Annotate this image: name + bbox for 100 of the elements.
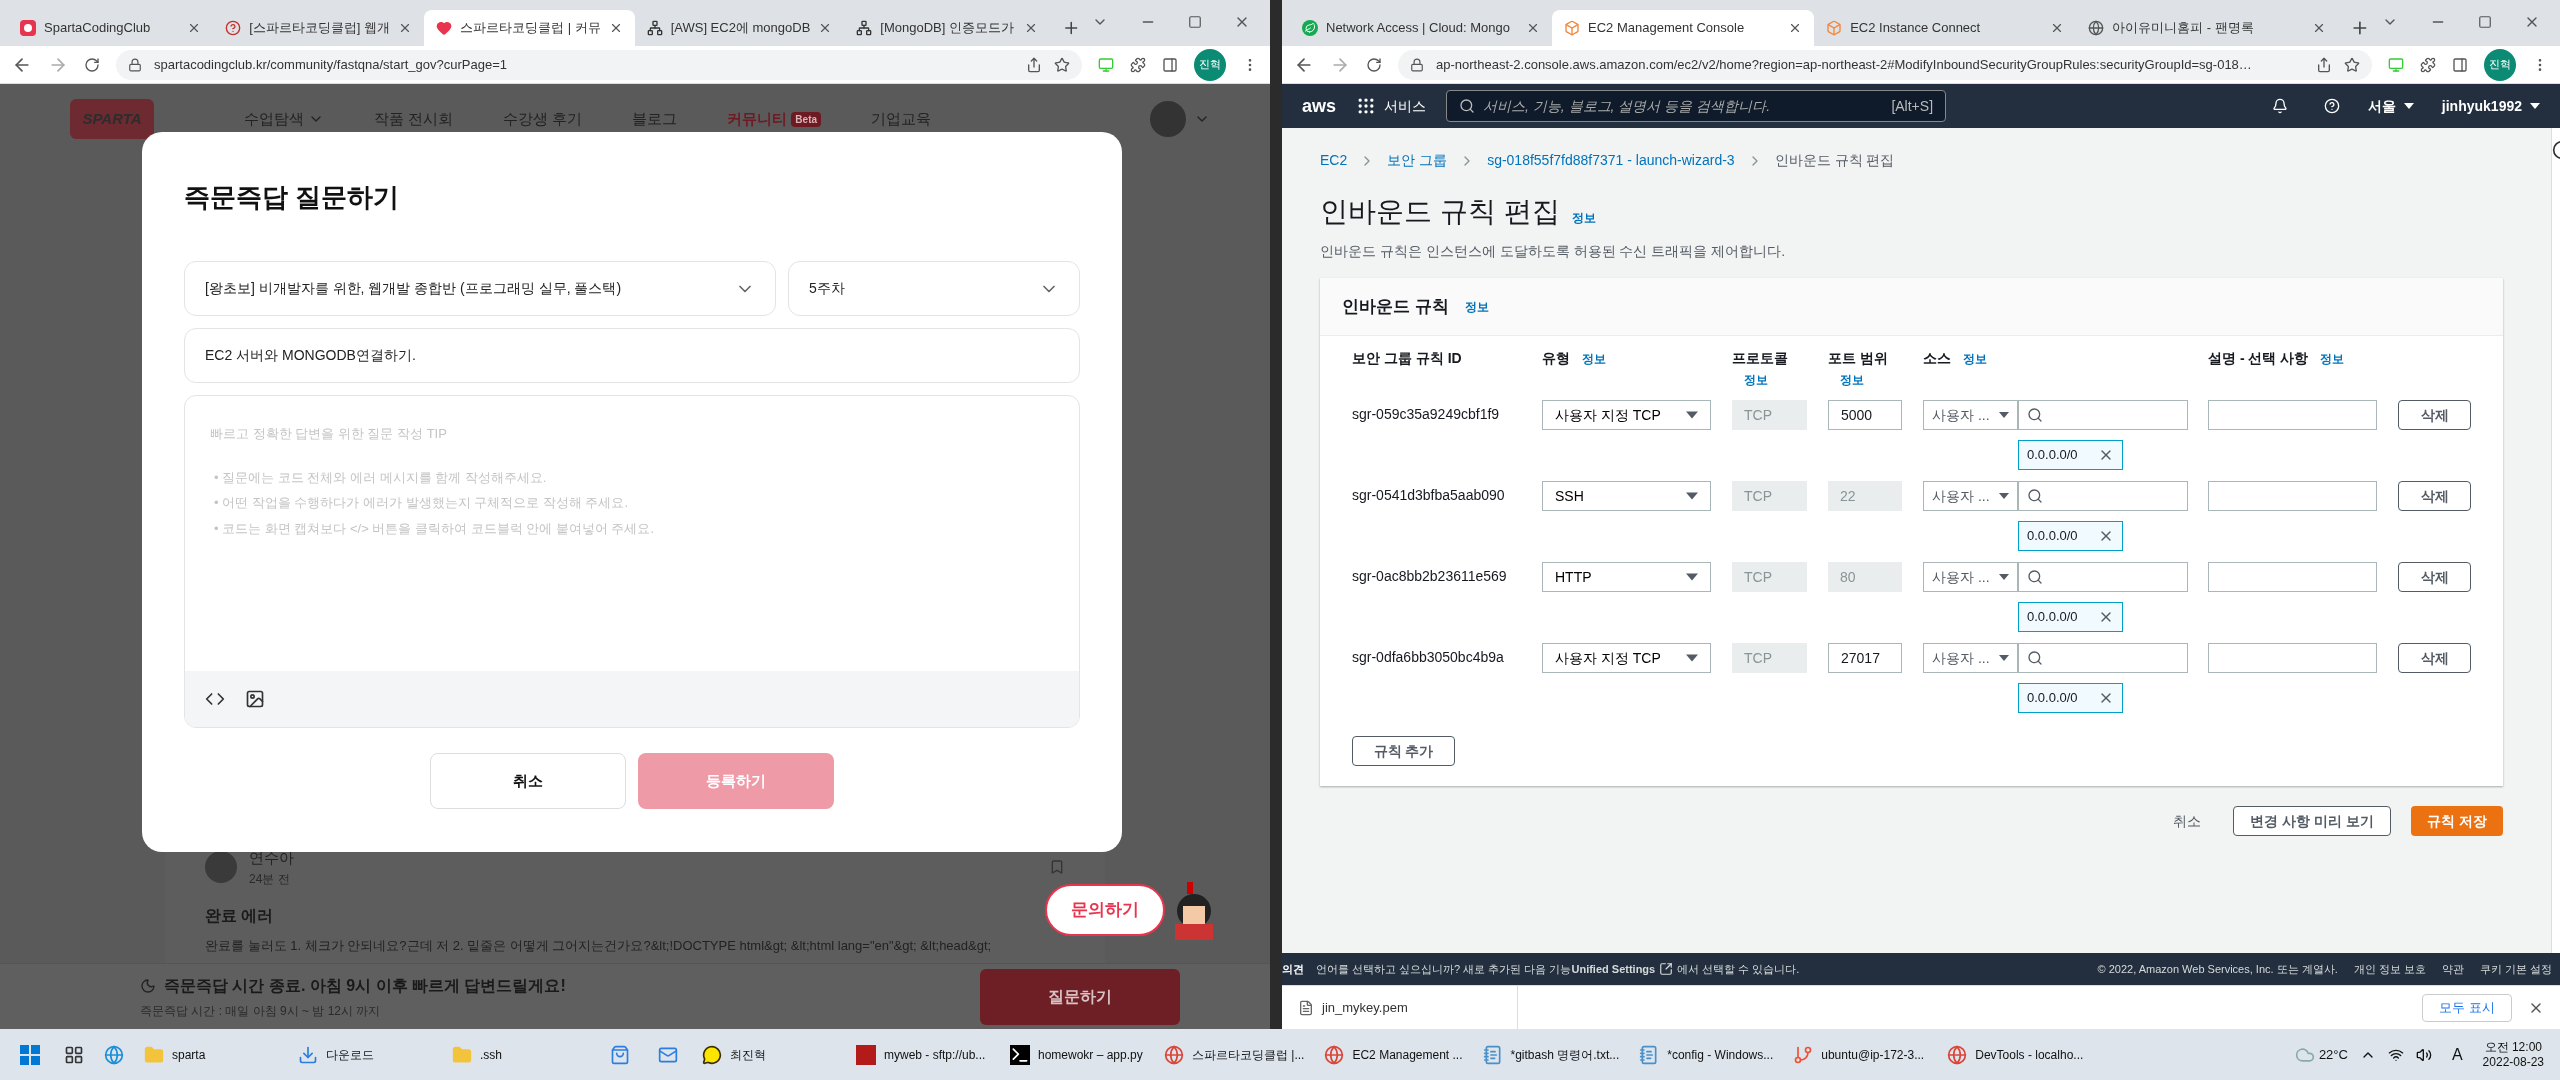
info-link[interactable]: 정보 <box>1744 373 1768 387</box>
source-select[interactable]: 사용자 ... <box>1923 400 2018 430</box>
taskbar-item[interactable]: sparta <box>136 1032 286 1077</box>
info-link[interactable]: 정보 <box>1582 352 1606 366</box>
delete-button[interactable]: 삭제 <box>2398 562 2471 592</box>
taskbar-item[interactable]: .ssh <box>444 1032 594 1077</box>
title-input[interactable]: EC2 서버와 MONGODB연결하기. <box>184 328 1080 383</box>
info-link[interactable]: 정보 <box>1464 297 1489 316</box>
description-input[interactable] <box>2208 481 2377 511</box>
info-link[interactable]: 정보 <box>2320 352 2345 366</box>
breadcrumb-link[interactable]: 보안 그룹 <box>1387 150 1448 171</box>
address-bar[interactable]: ap-northeast-2.console.aws.amazon.com/ec2/v2/home?region=ap-northeast-2#ModifyInboundSecurityGroupRules:securityGroupId=sg-018… <box>1398 49 2372 80</box>
footer-link[interactable]: 쿠키 기본 설정 <box>2479 960 2552 978</box>
bookmark-star-icon[interactable] <box>2344 56 2360 73</box>
page-description: 인바운드 규칙은 인스턴스에 도달하도록 허용된 수신 트래픽을 제어합니다. <box>1320 242 1787 261</box>
description-input[interactable] <box>2208 562 2377 592</box>
side-panel-icon[interactable] <box>2452 56 2468 73</box>
column-header: 소스 <box>1923 349 1951 368</box>
taskbar-item[interactable]: EC2 Management ... <box>1316 1032 1471 1077</box>
browser-tab[interactable]: 아이유미니홈피 - 팬명록 <box>2076 10 2339 46</box>
add-rule-button[interactable]: 규칙 추가 <box>1352 736 1455 766</box>
cidr-search-field[interactable] <box>2018 481 2188 511</box>
browser-tab[interactable]: SpartaCodingClub <box>8 10 214 46</box>
cidr-search-field[interactable] <box>2018 400 2188 430</box>
type-select[interactable]: 사용자 지정 TCP <box>1542 643 1711 673</box>
type-select[interactable]: HTTP <box>1542 562 1711 592</box>
profile-avatar[interactable]: 진혁 <box>1194 48 1226 81</box>
source-select[interactable]: 사용자 ... <box>1923 643 2018 673</box>
browser-tab[interactable]: 스파르타코딩클럽 | 커뮤 <box>424 10 635 46</box>
browser-tab[interactable]: EC2 Instance Connect <box>1814 10 2077 46</box>
search-field[interactable]: 서비스, 기능, 블로그, 설명서 등을 검색합니다. [Alt+S] <box>1446 90 1947 122</box>
type-select[interactable]: SSH <box>1542 481 1711 511</box>
taskbar-item[interactable]: myweb - sftp://ub... <box>848 1032 998 1077</box>
task-view-icon[interactable] <box>64 1044 84 1065</box>
breadcrumb-link[interactable]: EC2 <box>1320 150 1348 171</box>
cancel-button[interactable]: 취소 <box>430 753 626 809</box>
cidr-search-field[interactable] <box>2018 643 2188 673</box>
show-all-button[interactable]: 모두 표시 <box>2422 993 2512 1022</box>
region-menu[interactable]: 서울 <box>2367 95 2414 117</box>
type-select[interactable]: 사용자 지정 TCP <box>1542 400 1711 430</box>
image-icon[interactable] <box>245 689 265 709</box>
delete-button[interactable]: 삭제 <box>2398 481 2471 511</box>
ask-button[interactable]: 질문하기 <box>980 968 1180 1025</box>
info-link[interactable]: 정보 <box>1571 211 1596 225</box>
services-menu[interactable]: 서비스 <box>1356 95 1427 117</box>
shortcut-hint: [Alt+S] <box>1891 96 1934 116</box>
source-select[interactable]: 사용자 ... <box>1923 481 2018 511</box>
description-input[interactable] <box>2208 643 2377 673</box>
help-button[interactable]: 문의하기 <box>1045 884 1165 936</box>
taskbar-item[interactable]: homewokr – app.py <box>1002 1032 1152 1077</box>
delete-button[interactable]: 삭제 <box>2398 643 2471 673</box>
windows-logo-icon[interactable] <box>20 1044 40 1065</box>
taskbar-item[interactable]: 최진혁 <box>694 1032 844 1077</box>
footer-link[interactable]: 개인 정보 보호 <box>2353 960 2426 978</box>
nav-link[interactable]: 커뮤니티 Beta <box>727 107 822 131</box>
share-icon[interactable] <box>1026 56 1042 73</box>
browser-tab[interactable]: EC2 Management Console <box>1552 10 1815 46</box>
taskbar-item[interactable]: ubuntu@ip-172-3... <box>1785 1032 1936 1077</box>
notifications-icon[interactable] <box>2271 98 2288 114</box>
info-link[interactable]: 정보 <box>1963 352 1987 366</box>
side-panel-icon[interactable] <box>1162 56 1178 73</box>
bookmark-star-icon[interactable] <box>1054 56 1070 73</box>
breadcrumb-link[interactable]: sg-018f55f7fd88f7371 - launch-wizard-3 <box>1487 150 1735 171</box>
reload-icon[interactable] <box>1366 56 1382 73</box>
info-link[interactable]: 정보 <box>1840 373 1864 387</box>
user-menu[interactable]: jinhyuk1992 <box>2441 95 2540 117</box>
profile-avatar[interactable]: 진혁 <box>2484 48 2516 81</box>
feedback-link[interactable]: 의견 <box>1282 960 1304 978</box>
extensions-icon[interactable] <box>2420 56 2436 73</box>
maximize-icon[interactable] <box>1188 15 1202 29</box>
volume-icon[interactable] <box>2415 1046 2432 1063</box>
taskbar-item[interactable]: 다운로드 <box>290 1032 440 1077</box>
cancel-link[interactable]: 취소 <box>2161 810 2214 832</box>
course-select[interactable]: [왕초보] 비개발자를 위한, 웹개발 종합반 (프로그래밍 실무, 풀스택) <box>184 261 776 316</box>
taskbar-item[interactable]: DevTools - localho... <box>1939 1032 2092 1077</box>
extensions-icon[interactable] <box>1130 56 1146 73</box>
browser-tab[interactable]: [AWS] EC2에 mongoDB <box>634 10 845 46</box>
footer-link[interactable]: 약관 <box>2441 960 2464 978</box>
browser-tab[interactable]: [스파르타코딩클럽] 웹개 <box>213 10 425 46</box>
clock[interactable]: 오전 12:00 2022-08-23 <box>2482 1039 2544 1070</box>
taskbar-item[interactable]: *config - Windows... <box>1631 1032 1782 1077</box>
aws-logo[interactable]: aws <box>1302 92 1337 120</box>
taskbar-item[interactable]: 스파르타코딩클럽 |... <box>1156 1032 1313 1077</box>
address-bar[interactable]: spartacodingclub.kr/community/fastqna/start_gov?curPage=1 <box>116 49 1082 80</box>
maximize-icon[interactable] <box>2478 15 2492 29</box>
share-icon[interactable] <box>2316 56 2332 73</box>
port-input[interactable]: 5000 <box>1828 400 1902 430</box>
reload-icon[interactable] <box>84 56 100 73</box>
browser-tab[interactable]: [MongoDB] 인증모드가 <box>844 10 1050 46</box>
description-input[interactable] <box>2208 400 2377 430</box>
preview-button[interactable]: 변경 사항 미리 보기 <box>2233 806 2392 836</box>
taskbar-item[interactable]: *gitbash 명령어.txt... <box>1474 1032 1628 1077</box>
browser-tab[interactable]: Network Access | Cloud: Mongo <box>1290 10 1553 46</box>
port-input[interactable]: 27017 <box>1828 643 1902 673</box>
cidr-search-field[interactable] <box>2018 562 2188 592</box>
ime-indicator[interactable]: A <box>2451 1042 2463 1067</box>
help-icon[interactable] <box>2323 98 2340 114</box>
week-select[interactable]: 5주차 <box>788 261 1080 316</box>
source-select[interactable]: 사용자 ... <box>1923 562 2018 592</box>
delete-button[interactable]: 삭제 <box>2398 400 2471 430</box>
